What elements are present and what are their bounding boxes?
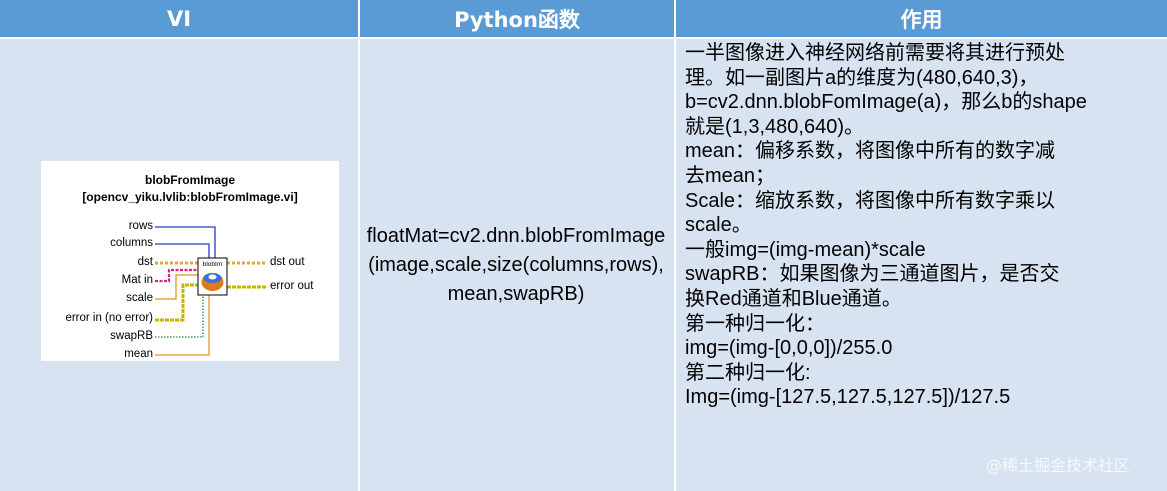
terminal-dst: dst bbox=[137, 256, 153, 268]
header-use: 作用 bbox=[676, 0, 1167, 37]
use-line: 第一种归一化： bbox=[685, 312, 825, 335]
use-line: swapRB：如果图像为三通道图片，是否交 bbox=[685, 263, 1060, 286]
terminal-scale: scale bbox=[126, 292, 153, 304]
use-line: 一般img=(img-mean)*scale bbox=[685, 238, 926, 261]
wire-scale bbox=[155, 274, 198, 300]
wire-swaprb bbox=[155, 295, 204, 338]
use-line: 一半图像进入神经网络前需要将其进行预处 bbox=[685, 42, 1065, 64]
watermark: @稀土掘金技术社区 bbox=[986, 456, 1131, 475]
terminal-rows: rows bbox=[128, 220, 153, 232]
vi-icon-label: blobIm bbox=[203, 261, 223, 268]
terminal-error-out: error out bbox=[270, 280, 314, 292]
use-line: 第二种归一化: bbox=[685, 361, 811, 384]
use-line: b=cv2.dnn.blobFomImage(a)，那么b的shape bbox=[685, 91, 1087, 114]
terminal-mean: mean bbox=[124, 348, 153, 360]
use-description: 一半图像进入神经网络前需要将其进行预处 理。如一副图片a的维度为(480,640… bbox=[685, 41, 1160, 410]
use-line: scale。 bbox=[685, 214, 752, 237]
terminal-error-in: error in (no error) bbox=[65, 312, 153, 324]
terminal-swaprb: swapRB bbox=[110, 330, 153, 342]
use-line: Img=(img-[127.5,127.5,127.5])/127.5 bbox=[685, 386, 1011, 409]
use-line: 理。如一副图片a的维度为(480,640,3)， bbox=[685, 66, 1039, 89]
use-line: 去mean； bbox=[685, 164, 776, 187]
use-line: 换Red通道和Blue通道。 bbox=[685, 287, 902, 310]
terminal-columns: columns bbox=[110, 237, 153, 249]
use-line: Scale：缩放系数，将图像中所有数字乘以 bbox=[685, 189, 1056, 212]
row-divider bbox=[0, 37, 1167, 39]
header-python: Python函数 bbox=[360, 0, 674, 37]
use-line: mean：偏移系数，将图像中所有的数字减 bbox=[685, 140, 1056, 163]
use-line: img=(img-[0,0,0])/255.0 bbox=[685, 337, 893, 360]
terminal-mat-in: Mat in bbox=[121, 274, 153, 286]
python-code: floatMat=cv2.dnn.blobFromImage(image,sca… bbox=[366, 225, 666, 305]
header-vi: VI bbox=[0, 0, 358, 37]
column-divider bbox=[358, 0, 360, 491]
vi-connector-diagram: blobFromImage [opencv_yiku.lvlib:blobFro… bbox=[41, 161, 339, 361]
terminal-dst-out: dst out bbox=[270, 256, 305, 268]
use-line: 就是(1,3,480,640)。 bbox=[685, 115, 864, 138]
column-divider bbox=[674, 0, 676, 491]
